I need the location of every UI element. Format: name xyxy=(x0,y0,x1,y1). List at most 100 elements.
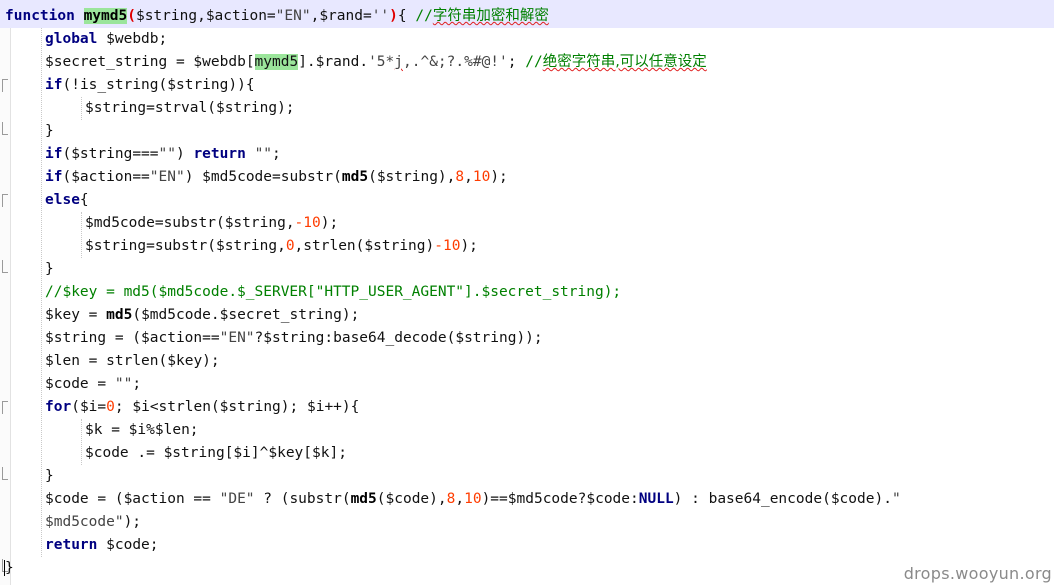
code-token: $rand xyxy=(319,8,363,24)
code-token: 8 xyxy=(455,169,465,185)
code-token: $string xyxy=(167,77,229,93)
code-text: } xyxy=(45,120,54,143)
code-token: return xyxy=(45,537,98,553)
code-token: )){ xyxy=(228,77,255,93)
code-token: $i xyxy=(233,445,251,461)
code-token: ]^ xyxy=(250,445,269,461)
code-line[interactable]: } xyxy=(0,120,1054,143)
code-token: $code xyxy=(85,445,129,461)
code-token: $code xyxy=(106,537,150,553)
code-token: //$key = md5($md5code.$_SERVER["HTTP_USE… xyxy=(45,284,622,300)
code-token: , xyxy=(294,238,304,254)
code-line[interactable]: $code .= $string[$i]^$key[$k]; xyxy=(0,442,1054,465)
code-token: global xyxy=(45,31,98,47)
code-line[interactable]: $len = strlen($key); xyxy=(0,350,1054,373)
code-line[interactable]: $secret_string = $webdb[mymd5].$rand.'5*… xyxy=(0,51,1054,74)
code-text: if(!is_string($string)){ xyxy=(45,74,255,97)
code-token: .= xyxy=(128,445,164,461)
code-token: = xyxy=(79,353,107,369)
code-line[interactable]: if($string==="") return ""; xyxy=(0,143,1054,166)
code-line[interactable]: function mymd5($string,$action="EN",$ran… xyxy=(0,0,1054,28)
code-line[interactable]: $string=strval($string); xyxy=(0,97,1054,120)
fold-marker-icon[interactable] xyxy=(2,260,8,273)
code-text: else{ xyxy=(45,189,89,212)
code-token: ( xyxy=(207,238,216,254)
code-text: for($i=0; $i<strlen($string); $i++){ xyxy=(45,396,359,419)
code-token: $string xyxy=(219,399,281,415)
code-token: j xyxy=(394,54,403,70)
code-token: ); xyxy=(460,238,478,254)
code-token: ) : xyxy=(673,491,709,507)
code-token: md5 xyxy=(350,491,377,507)
code-line[interactable]: if($action=="EN") $md5code=substr(md5($s… xyxy=(0,166,1054,189)
code-token: $string xyxy=(215,238,278,254)
code-token: { xyxy=(79,192,89,208)
code-token: = xyxy=(146,100,155,116)
code-token: $string xyxy=(376,169,438,185)
code-line[interactable]: $k = $i%$len; xyxy=(0,419,1054,442)
code-token: } xyxy=(45,123,54,139)
code-token: 0 xyxy=(285,238,295,254)
code-token: "" xyxy=(254,146,273,162)
code-token: = xyxy=(146,238,155,254)
code-editor[interactable]: function mymd5($string,$action="EN",$ran… xyxy=(0,0,1054,585)
code-line[interactable]: else{ xyxy=(0,189,1054,212)
code-token: ( xyxy=(71,399,80,415)
code-token: % xyxy=(146,422,155,438)
code-line[interactable]: $code = ""; xyxy=(0,373,1054,396)
code-line[interactable]: $key = md5($md5code.$secret_string); xyxy=(0,304,1054,327)
code-line[interactable]: global $webdb; xyxy=(0,28,1054,51)
code-line[interactable]: $md5code"); xyxy=(0,511,1054,534)
code-text: } xyxy=(45,465,54,488)
code-token: if xyxy=(45,146,63,162)
code-token: $string xyxy=(45,330,107,346)
fold-marker-icon[interactable] xyxy=(2,194,8,207)
code-token: $i xyxy=(306,399,325,415)
code-token: $string xyxy=(163,445,225,461)
code-line[interactable]: $code = ($action == "DE" ? (substr(md5($… xyxy=(0,488,1054,511)
code-line[interactable]: } xyxy=(0,465,1054,488)
code-token: $webdb xyxy=(193,54,246,70)
code-token: [ xyxy=(245,54,255,70)
code-line[interactable]: return $code; xyxy=(0,534,1054,557)
code-line[interactable]: } xyxy=(0,557,1054,580)
code-token: $action xyxy=(123,491,185,507)
code-token: ? xyxy=(254,330,264,346)
fold-marker-icon[interactable] xyxy=(2,401,8,414)
indent-guide xyxy=(41,28,42,557)
code-token: md5 xyxy=(341,169,369,185)
fold-marker-icon[interactable] xyxy=(2,122,8,135)
code-token: $md5code xyxy=(85,215,155,231)
code-token: $key xyxy=(167,353,203,369)
indent-guide xyxy=(81,212,82,258)
code-line[interactable]: $md5code=substr($string,-10); xyxy=(0,212,1054,235)
code-token: "EN" xyxy=(149,169,185,185)
code-line[interactable]: for($i=0; $i<strlen($string); $i++){ xyxy=(0,396,1054,419)
code-token: , xyxy=(464,169,473,185)
code-token: md5 xyxy=(106,307,133,323)
code-token: strlen xyxy=(106,353,159,369)
code-token: $md5code xyxy=(507,491,578,507)
fold-marker-icon[interactable] xyxy=(2,79,8,92)
code-token: $md5code xyxy=(141,307,211,323)
code-token: ( xyxy=(62,169,72,185)
code-token: $k xyxy=(312,445,330,461)
code-text: $string=substr($string,0,strlen($string)… xyxy=(85,235,478,258)
code-text: $md5code=substr($string,-10); xyxy=(85,212,338,235)
code-token: ,.^&;?.%#@!' xyxy=(403,54,508,70)
fold-marker-icon[interactable] xyxy=(2,467,8,480)
code-token: = ( xyxy=(106,330,142,346)
code-line[interactable]: $string = ($action=="EN"?$string:base64_… xyxy=(0,327,1054,350)
code-token: function xyxy=(5,8,75,24)
code-token: . xyxy=(359,54,369,70)
code-line[interactable]: if(!is_string($string)){ xyxy=(0,74,1054,97)
code-token: ( xyxy=(158,77,168,93)
code-token: = xyxy=(362,8,372,24)
code-line[interactable]: } xyxy=(0,258,1054,281)
code-token: $action xyxy=(71,169,133,185)
code-line[interactable]: $string=substr($string,0,strlen($string)… xyxy=(0,235,1054,258)
code-line[interactable]: //$key = md5($md5code.$_SERVER["HTTP_USE… xyxy=(0,281,1054,304)
code-token: " xyxy=(891,491,901,507)
code-token: $string xyxy=(85,238,147,254)
